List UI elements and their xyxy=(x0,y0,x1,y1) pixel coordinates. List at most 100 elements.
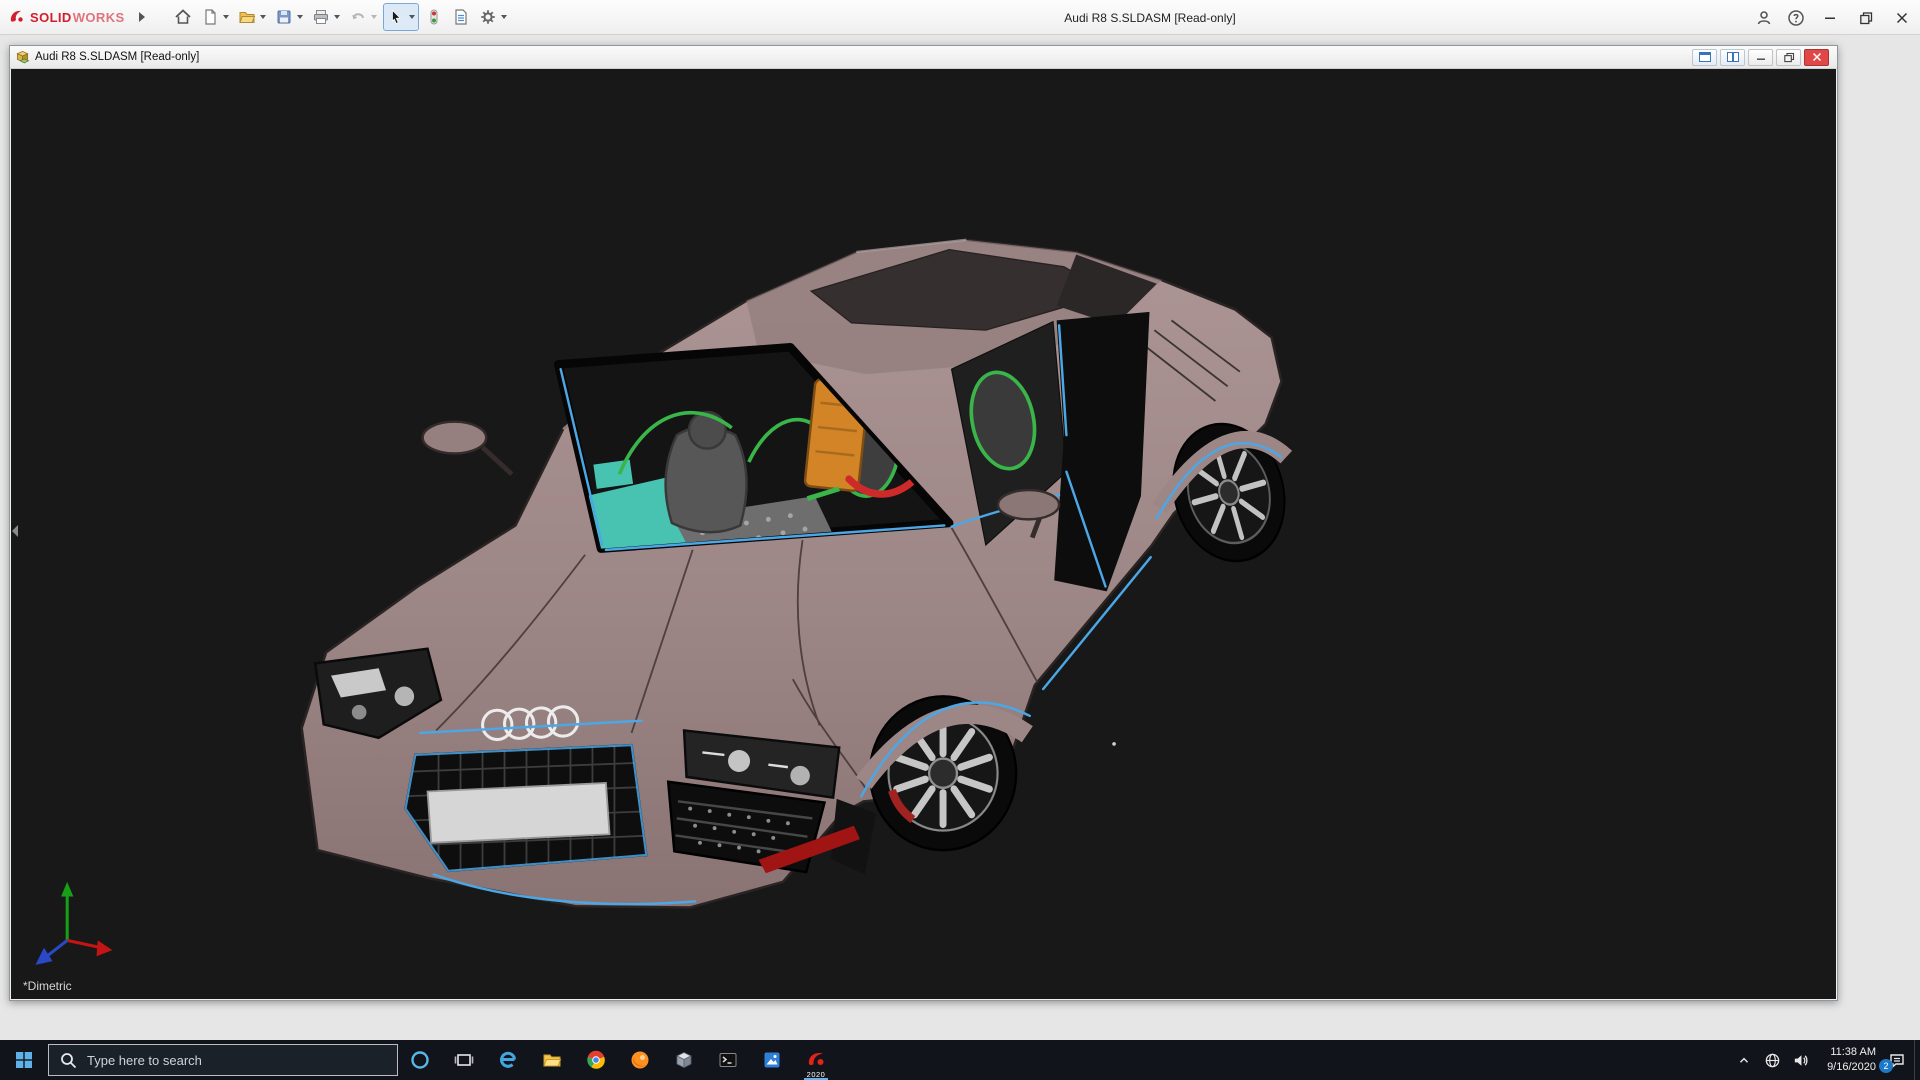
undo-dropdown-caret[interactable] xyxy=(371,15,377,19)
select-arrow-icon xyxy=(387,8,405,26)
save-button[interactable] xyxy=(272,4,296,30)
windows-logo-icon xyxy=(14,1050,34,1070)
menu-flyout-arrow[interactable] xyxy=(139,12,145,22)
minimize-icon xyxy=(1822,10,1838,26)
doc-minimize-icon xyxy=(1755,52,1767,62)
brand-text-works: WORKS xyxy=(73,10,125,25)
quick-access-toolbar xyxy=(171,3,510,31)
orientation-triad[interactable] xyxy=(35,882,112,965)
doc-close-icon xyxy=(1811,52,1823,62)
tray-overflow-button[interactable] xyxy=(1730,1040,1758,1080)
account-button[interactable] xyxy=(1748,0,1780,35)
open-folder-icon xyxy=(238,8,256,26)
help-button[interactable] xyxy=(1780,0,1812,35)
cortana-icon xyxy=(410,1050,430,1070)
print-dropdown-caret[interactable] xyxy=(334,15,340,19)
brand-text-solid: SOLID xyxy=(30,10,72,25)
photos-button[interactable] xyxy=(750,1040,794,1080)
new-document-dropdown-caret[interactable] xyxy=(223,15,229,19)
terminal-icon xyxy=(718,1050,738,1070)
home-icon xyxy=(174,8,192,26)
rebuild-button[interactable] xyxy=(422,4,446,30)
clock-date: 9/16/2020 xyxy=(1827,1060,1876,1075)
notification-badge: 2 xyxy=(1879,1059,1893,1073)
search-icon xyxy=(59,1051,77,1069)
file-explorer-button[interactable] xyxy=(530,1040,574,1080)
restore-icon xyxy=(1858,10,1874,26)
doc-minimize-button[interactable] xyxy=(1748,49,1773,66)
graphics-area[interactable]: *Dimetric xyxy=(11,69,1836,999)
system-tray: 11:38 AM 9/16/2020 2 xyxy=(1730,1040,1920,1080)
network-button[interactable] xyxy=(1758,1040,1786,1080)
open-dropdown-caret[interactable] xyxy=(260,15,266,19)
undo-icon xyxy=(349,8,367,26)
help-icon xyxy=(1787,9,1805,27)
speaker-icon xyxy=(1792,1052,1809,1069)
tile-window-icon xyxy=(1726,51,1740,63)
options-dropdown-caret[interactable] xyxy=(501,15,507,19)
user-account-icon xyxy=(1755,9,1773,27)
firefox-icon xyxy=(630,1050,650,1070)
cube-app-icon xyxy=(674,1050,694,1070)
minimize-button[interactable] xyxy=(1812,0,1848,35)
chevron-up-icon xyxy=(1736,1052,1752,1068)
doc-window-tile-button[interactable] xyxy=(1720,49,1745,66)
solidworks-logo: SOLIDWORKS xyxy=(0,8,125,26)
audi-r8-3d-model xyxy=(11,69,1836,999)
undo-button[interactable] xyxy=(346,4,370,30)
chrome-button[interactable] xyxy=(574,1040,618,1080)
cad-viewer-button[interactable] xyxy=(662,1040,706,1080)
new-document-icon xyxy=(201,8,219,26)
task-view-button[interactable] xyxy=(442,1040,486,1080)
file-properties-icon xyxy=(452,8,470,26)
document-titlebar[interactable]: Audi R8 S.SLDASM [Read-only] xyxy=(10,46,1837,69)
vertex-highlight xyxy=(1112,742,1116,746)
document-window-controls xyxy=(1692,49,1832,66)
close-button[interactable] xyxy=(1884,0,1920,35)
view-orientation-label: *Dimetric xyxy=(23,979,72,993)
search-input[interactable] xyxy=(85,1052,387,1069)
titlebar-right-controls xyxy=(1748,0,1920,35)
doc-window-split-button[interactable] xyxy=(1692,49,1717,66)
assembly-icon xyxy=(15,50,30,65)
file-properties-button[interactable] xyxy=(449,4,473,30)
volume-button[interactable] xyxy=(1786,1040,1814,1080)
doc-close-button[interactable] xyxy=(1804,49,1829,66)
start-button[interactable] xyxy=(0,1040,48,1080)
terminal-button[interactable] xyxy=(706,1040,750,1080)
chrome-icon xyxy=(586,1050,606,1070)
taskbar-clock[interactable]: 11:38 AM 9/16/2020 xyxy=(1814,1040,1880,1080)
document-title: Audi R8 S.SLDASM [Read-only] xyxy=(35,51,199,63)
firefox-button[interactable] xyxy=(618,1040,662,1080)
featuremanager-collapse-arrow[interactable] xyxy=(12,525,18,537)
action-center-button[interactable]: 2 xyxy=(1880,1040,1914,1080)
clock-time: 11:38 AM xyxy=(1830,1045,1876,1060)
cortana-button[interactable] xyxy=(398,1040,442,1080)
taskbar-search[interactable] xyxy=(48,1044,398,1076)
app-titlebar: SOLIDWORKS xyxy=(0,0,1920,35)
screen: SOLIDWORKS xyxy=(0,0,1920,1080)
save-icon xyxy=(275,8,293,26)
home-button[interactable] xyxy=(171,4,195,30)
solidworks-taskbar-button[interactable]: 2020 xyxy=(794,1040,838,1080)
photos-icon xyxy=(762,1050,782,1070)
options-button[interactable] xyxy=(476,4,500,30)
select-dropdown-caret[interactable] xyxy=(409,15,415,19)
app-window-title: Audi R8 S.SLDASM [Read-only] xyxy=(1064,0,1235,35)
gear-icon xyxy=(479,8,497,26)
edge-icon xyxy=(498,1050,518,1070)
doc-restore-button[interactable] xyxy=(1776,49,1801,66)
show-desktop-button[interactable] xyxy=(1914,1040,1920,1080)
close-icon xyxy=(1894,10,1910,26)
save-dropdown-caret[interactable] xyxy=(297,15,303,19)
edge-button[interactable] xyxy=(486,1040,530,1080)
file-explorer-icon xyxy=(542,1050,562,1070)
network-globe-icon xyxy=(1764,1052,1781,1069)
open-button[interactable] xyxy=(235,4,259,30)
select-button[interactable] xyxy=(384,4,408,30)
split-window-icon xyxy=(1698,51,1712,63)
restore-button[interactable] xyxy=(1848,0,1884,35)
new-document-button[interactable] xyxy=(198,4,222,30)
print-button[interactable] xyxy=(309,4,333,30)
task-view-icon xyxy=(454,1050,474,1070)
